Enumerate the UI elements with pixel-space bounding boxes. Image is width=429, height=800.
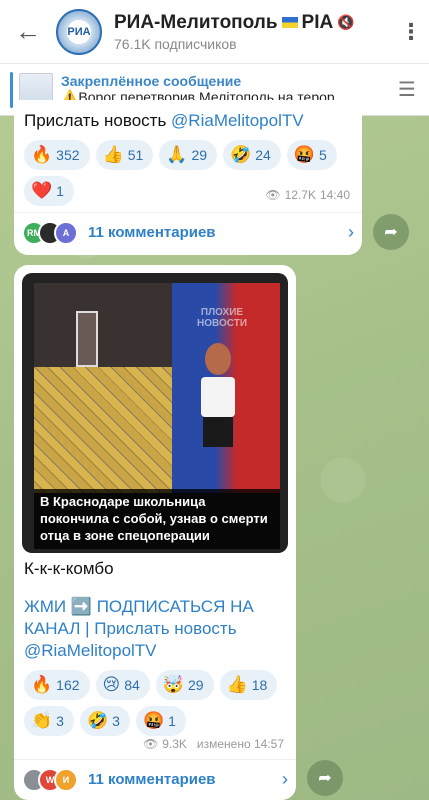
reaction-laugh[interactable]: 🤣 3 [79,706,130,736]
photo-watermark: ПЛОХИЕ НОВОСТИ [196,307,248,329]
eye-icon: 👁 [265,188,281,202]
reaction-fire[interactable]: 🔥 162 [24,670,90,700]
reaction-angry[interactable]: 🤬 1 [135,706,186,736]
comment-avatars: W И [22,767,78,792]
chat-header: ← РИА РИА-Мелитополь PIA 🔇 76.1K подписч… [0,0,429,64]
muted-icon: 🔇 [337,14,355,30]
channel-title: РИА-Мелитополь PIA 🔇 [114,11,355,33]
comments-button[interactable]: W И 11 комментариев › [14,759,296,799]
reaction-thumbs-up[interactable]: 👍 18 [219,670,278,700]
message-meta: 👁 12.7K 14:40 [265,188,350,202]
photo-left-panel [34,283,172,493]
share-icon: ➦ [384,224,398,241]
ukraine-flag-icon [281,17,298,28]
eye-icon: 👁 [142,737,159,751]
share-icon: ➦ [318,770,332,787]
reaction-cry[interactable]: 😢 84 [95,670,150,700]
reaction-clap[interactable]: 👏 3 [24,706,74,736]
pinned-indicator [10,71,13,108]
share-button[interactable]: ➦ [307,760,343,796]
reaction-heart[interactable]: ❤️ 1 [24,176,74,206]
reactions: 🔥 162 😢 84 🤯 29 👍 18 👏 3 🤣 3 🤬 1 [24,670,290,736]
menu-button[interactable]: ⋮ [393,0,429,64]
comment-avatars: RM A [22,220,78,245]
chevron-right-icon: › [348,222,354,242]
message-bubble[interactable]: ПЛОХИЕ НОВОСТИ В Краснодаре школьница по… [14,265,296,800]
channel-link[interactable]: @RiaMelitopolTV [171,111,304,130]
subscriber-count: 76.1K подписчиков [114,35,237,52]
share-button[interactable]: ➦ [373,214,409,250]
back-button[interactable]: ← [0,0,56,64]
pinned-list-icon[interactable]: ☰ [385,77,429,102]
message-text-line: К-к-к-комбо [24,559,114,578]
vertical-dots-icon: ⋮ [400,18,422,44]
message-text: Прислать новость @RiaMelitopolTV [24,111,304,130]
chevron-right-icon: › [282,769,288,789]
reaction-thumbs-up[interactable]: 👍 51 [95,140,154,170]
reaction-mind-blown[interactable]: 🤯 29 [155,670,214,700]
channel-avatar[interactable]: РИА [56,8,102,55]
message-meta: 👁 9.3K изменено 14:57 [142,737,284,751]
message-bubble[interactable]: Прислать новость @RiaMelitopolTV 🔥 352 👍 5… [14,100,362,255]
message-cta: ЖМИ ➡️ ПОДПИСАТЬСЯ НА КАНАЛ | Прислать н… [24,597,254,660]
pinned-title: Закреплённое сообщение [61,73,242,89]
reaction-laugh[interactable]: 🤣 24 [223,140,281,170]
comments-button[interactable]: RM A 11 комментариев › [14,212,362,252]
reaction-angry[interactable]: 🤬 5 [286,140,337,170]
reaction-pray[interactable]: 🙏 29 [159,140,218,170]
channel-link[interactable]: @RiaMelitopolTV [24,641,157,660]
photo-caption: В Краснодаре школьница покончила с собой… [34,489,280,549]
photo-right-panel: ПЛОХИЕ НОВОСТИ [172,283,280,493]
arrow-left-icon: ← [15,16,41,46]
reaction-fire[interactable]: 🔥 352 [24,140,90,170]
message-photo[interactable]: ПЛОХИЕ НОВОСТИ В Краснодаре школьница по… [22,273,288,553]
channel-info[interactable]: РИА-Мелитополь PIA 🔇 76.1K подписчиков [114,12,393,52]
